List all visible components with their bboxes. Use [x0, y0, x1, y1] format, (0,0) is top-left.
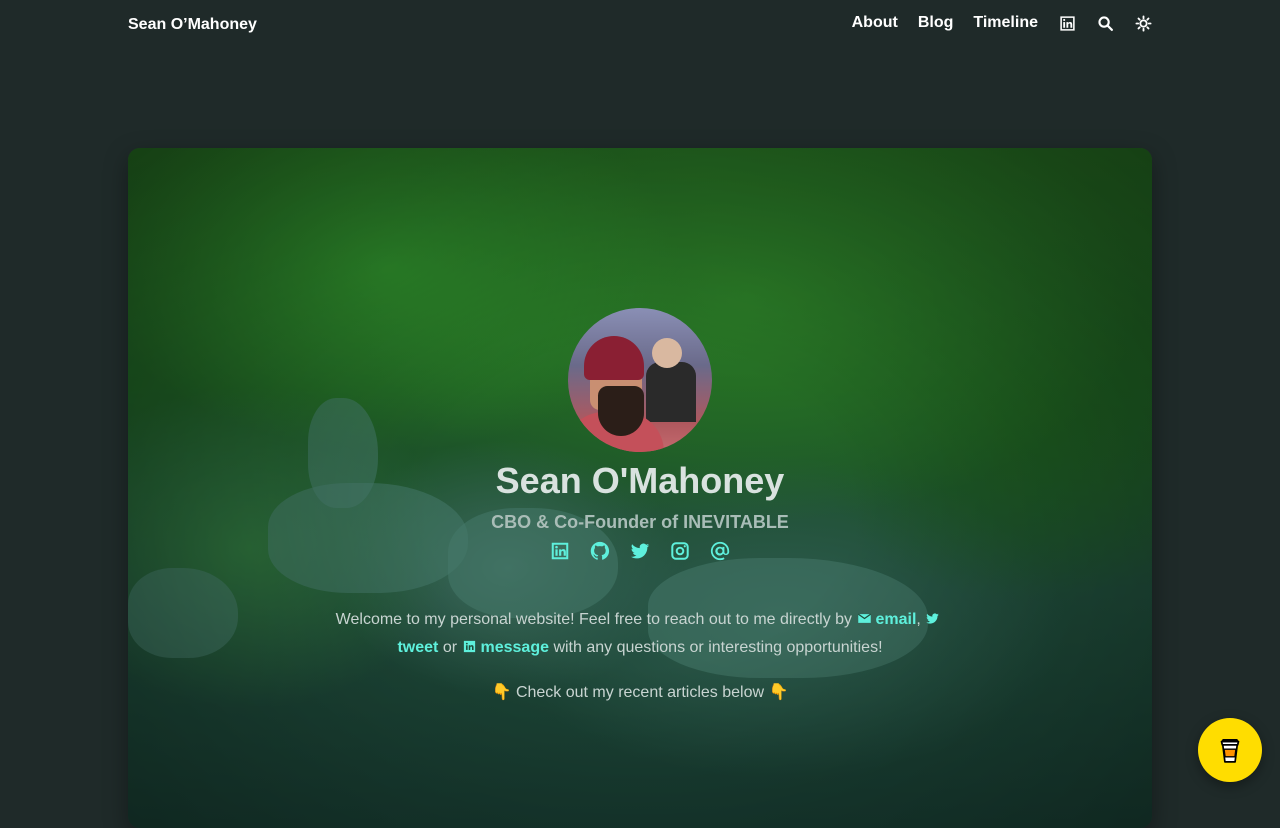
main-nav: About Blog Timeline	[852, 14, 1152, 32]
nav-link-blog[interactable]: Blog	[918, 14, 954, 32]
twitter-icon[interactable]	[629, 540, 651, 562]
site-brand-link[interactable]: Sean O’Mahoney	[128, 16, 257, 34]
social-links	[128, 540, 1152, 562]
coffee-cup-icon	[1220, 738, 1240, 763]
linkedin-icon	[463, 640, 475, 653]
nav-link-about[interactable]: About	[852, 14, 898, 32]
instagram-icon[interactable]	[669, 540, 691, 562]
top-navigation-bar: Sean O’Mahoney About Blog Timeline	[0, 0, 1280, 52]
search-icon[interactable]	[1096, 14, 1114, 32]
linkedin-icon[interactable]	[549, 540, 571, 562]
theme-toggle-icon[interactable]	[1134, 14, 1152, 32]
email-link[interactable]: email	[857, 611, 916, 628]
linkedin-message-link[interactable]: message	[462, 639, 549, 656]
recent-articles-note: 👇 Check out my recent articles below 👇	[491, 684, 789, 701]
intro-text: Welcome to my personal website! Feel fre…	[320, 606, 960, 662]
profile-name: Sean O'Mahoney	[495, 460, 785, 501]
avatar	[568, 308, 712, 452]
buy-me-a-coffee-button[interactable]	[1198, 718, 1262, 782]
twitter-icon	[926, 613, 940, 624]
at-icon[interactable]	[709, 540, 731, 562]
linkedin-icon[interactable]	[1058, 14, 1076, 32]
profile-role: CBO & Co-Founder of INEVITABLE	[491, 512, 789, 532]
nav-link-timeline[interactable]: Timeline	[973, 14, 1038, 32]
github-icon[interactable]	[589, 540, 611, 562]
hero-banner: Sean O'Mahoney CBO & Co-Founder of INEVI…	[128, 148, 1152, 828]
envelope-icon	[857, 613, 871, 623]
